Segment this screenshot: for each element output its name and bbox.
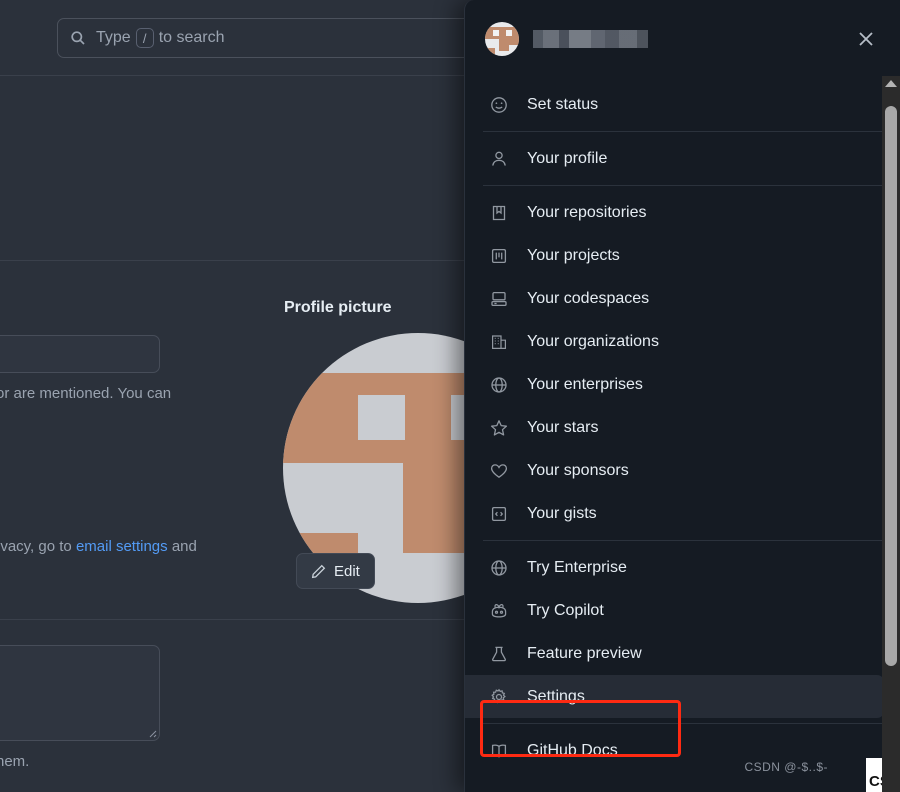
- menu-item-your-repositories[interactable]: Your repositories: [465, 191, 884, 234]
- menu-group-try: Try Enterprise Try Copilot Feature previ…: [465, 541, 900, 723]
- screenshot-root: Type / to search Profile picture Edit or…: [0, 0, 900, 792]
- repo-icon: [489, 203, 509, 223]
- browser-scrollbar[interactable]: [882, 76, 900, 792]
- menu-item-try-copilot[interactable]: Try Copilot: [465, 589, 884, 632]
- menu-group-status: Set status: [465, 78, 900, 131]
- profile-picture-heading: Profile picture: [284, 299, 392, 316]
- menu-item-label: Set status: [527, 95, 599, 113]
- menu-item-label: Your stars: [527, 418, 599, 436]
- edit-avatar-button[interactable]: Edit: [296, 553, 375, 589]
- menu-item-your-profile[interactable]: Your profile: [465, 137, 884, 180]
- privacy-text-post: and: [171, 538, 197, 555]
- menu-item-label: Your repositories: [527, 203, 647, 221]
- user-menu-panel: Set status Your profile Your repositorie…: [464, 0, 900, 792]
- user-menu-header: [465, 0, 900, 78]
- scroll-up-arrow-icon[interactable]: [885, 80, 897, 87]
- code-square-icon: [489, 504, 509, 524]
- menu-item-try-enterprise[interactable]: Try Enterprise: [465, 546, 884, 589]
- user-avatar[interactable]: [485, 22, 519, 56]
- person-icon: [489, 149, 509, 169]
- menu-item-set-status[interactable]: Set status: [465, 83, 884, 126]
- menu-item-label: Your organizations: [527, 332, 659, 350]
- search-input[interactable]: Type / to search: [57, 18, 487, 58]
- menu-item-your-organizations[interactable]: Your organizations: [465, 320, 884, 363]
- menu-item-your-codespaces[interactable]: Your codespaces: [465, 277, 884, 320]
- menu-item-label: Your codespaces: [527, 289, 650, 307]
- organization-icon: [489, 332, 509, 352]
- menu-item-feature-preview[interactable]: Feature preview: [465, 632, 884, 675]
- beaker-icon: [489, 644, 509, 664]
- codespaces-icon: [489, 289, 509, 309]
- pencil-icon: [311, 564, 326, 578]
- menu-item-label: Try Enterprise: [527, 558, 627, 576]
- username-redacted: [533, 30, 648, 48]
- menu-item-label: Your profile: [527, 149, 608, 167]
- menu-item-label: Try Copilot: [527, 601, 604, 619]
- globe-icon: [489, 558, 509, 578]
- search-placeholder: Type / to search: [96, 28, 225, 48]
- slash-key-hint: /: [135, 28, 154, 48]
- name-field[interactable]: [0, 335, 160, 373]
- book-icon: [489, 741, 509, 761]
- edit-avatar-label: Edit: [334, 562, 360, 580]
- scrollbar-thumb[interactable]: [885, 106, 897, 666]
- star-icon: [489, 418, 509, 438]
- menu-item-label: Your projects: [527, 246, 620, 264]
- menu-item-label: Feature preview: [527, 644, 642, 662]
- menu-group-docs: GitHub Docs: [465, 724, 900, 777]
- menu-item-your-sponsors[interactable]: Your sponsors: [465, 449, 884, 492]
- copilot-icon: [489, 601, 509, 621]
- watermark-text: CSDN @-$..$-: [744, 760, 828, 774]
- menu-group-resources: Your repositories Your projects Your cod…: [465, 186, 900, 540]
- menu-item-label: Your sponsors: [527, 461, 629, 479]
- menu-group-profile: Your profile: [465, 132, 900, 185]
- text-fragment-them: hem.: [0, 753, 30, 770]
- menu-item-label: Settings: [527, 687, 585, 705]
- close-icon[interactable]: [854, 27, 878, 51]
- project-icon: [489, 246, 509, 266]
- search-icon: [70, 30, 86, 46]
- resize-handle[interactable]: [145, 726, 157, 738]
- bio-textarea[interactable]: [0, 645, 160, 741]
- search-placeholder-suffix: to search: [158, 29, 225, 46]
- smiley-icon: [489, 95, 509, 115]
- email-settings-link[interactable]: email settings: [76, 538, 168, 555]
- search-placeholder-prefix: Type: [96, 29, 131, 46]
- menu-item-settings[interactable]: Settings: [465, 675, 884, 718]
- menu-item-your-projects[interactable]: Your projects: [465, 234, 884, 277]
- text-fragment-privacy: rivacy, go to email settings and: [0, 538, 197, 555]
- privacy-text-pre: rivacy, go to: [0, 538, 72, 555]
- heart-icon: [489, 461, 509, 481]
- menu-item-your-stars[interactable]: Your stars: [465, 406, 884, 449]
- menu-item-your-enterprises[interactable]: Your enterprises: [465, 363, 884, 406]
- gear-icon: [489, 687, 509, 707]
- text-fragment-mentioned: or are mentioned. You can: [0, 385, 172, 402]
- menu-item-your-gists[interactable]: Your gists: [465, 492, 884, 535]
- menu-item-label: Your gists: [527, 504, 597, 522]
- menu-item-label: Your enterprises: [527, 375, 643, 393]
- globe-icon: [489, 375, 509, 395]
- menu-item-label: GitHub Docs: [527, 741, 618, 759]
